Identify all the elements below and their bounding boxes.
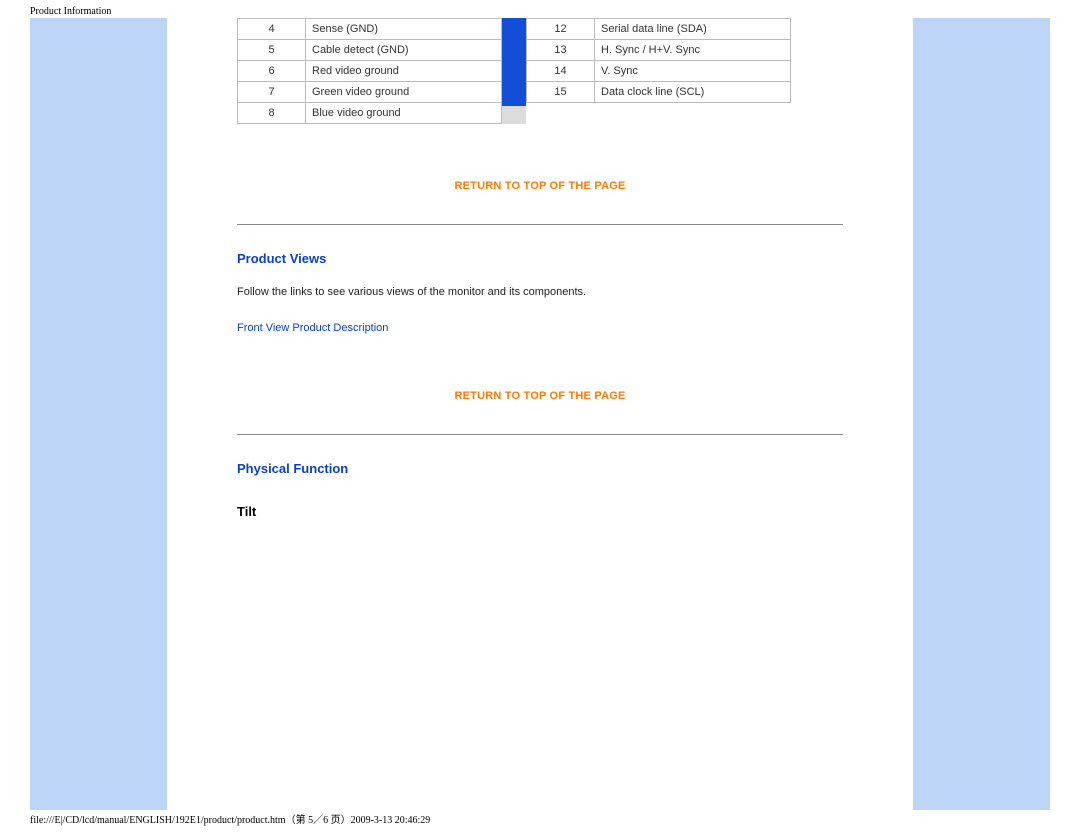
content-area: 4Sense (GND) 5Cable detect (GND) 6Red vi…	[167, 18, 913, 519]
section-divider	[237, 434, 843, 435]
pin-tables: 4Sense (GND) 5Cable detect (GND) 6Red vi…	[167, 18, 913, 124]
return-to-top-link-1: RETURN TO TOP OF THE PAGE	[167, 180, 913, 192]
connector-separator	[502, 18, 526, 124]
table-row: 7Green video ground	[238, 82, 502, 103]
pin-desc: Cable detect (GND)	[306, 40, 502, 61]
pin-number: 12	[527, 19, 595, 40]
return-to-top-link-2: RETURN TO TOP OF THE PAGE	[167, 390, 913, 402]
pin-desc: Red video ground	[306, 61, 502, 82]
table-row: 4Sense (GND)	[238, 19, 502, 40]
left-sidebar	[30, 18, 167, 810]
product-views-heading: Product Views	[237, 251, 843, 266]
page-footer-path: file:///E|/CD/lcd/manual/ENGLISH/192E1/p…	[30, 811, 430, 826]
pin-desc: Green video ground	[306, 82, 502, 103]
pin-desc: Blue video ground	[306, 103, 502, 124]
front-view-link[interactable]: Front View Product Description	[237, 322, 388, 334]
table-row: 15Data clock line (SCL)	[527, 82, 791, 103]
page-header-title: Product Information	[30, 6, 111, 17]
pin-number: 7	[238, 82, 306, 103]
table-row: 13H. Sync / H+V. Sync	[527, 40, 791, 61]
return-to-top-anchor[interactable]: RETURN TO TOP OF THE PAGE	[454, 180, 625, 192]
table-row: 12Serial data line (SDA)	[527, 19, 791, 40]
return-to-top-anchor[interactable]: RETURN TO TOP OF THE PAGE	[454, 390, 625, 402]
separator-gray	[502, 106, 526, 124]
tilt-subheading: Tilt	[237, 504, 843, 519]
product-views-intro: Follow the links to see various views of…	[237, 286, 843, 298]
pin-number: 4	[238, 19, 306, 40]
pin-desc: V. Sync	[595, 61, 791, 82]
pin-table-right: 12Serial data line (SDA) 13H. Sync / H+V…	[526, 18, 791, 103]
physical-function-heading: Physical Function	[237, 461, 843, 476]
section-divider	[237, 224, 843, 225]
pin-number: 15	[527, 82, 595, 103]
pin-number: 13	[527, 40, 595, 61]
table-row: 14V. Sync	[527, 61, 791, 82]
pin-desc: Sense (GND)	[306, 19, 502, 40]
table-row: 8Blue video ground	[238, 103, 502, 124]
pin-desc: H. Sync / H+V. Sync	[595, 40, 791, 61]
table-row: 5Cable detect (GND)	[238, 40, 502, 61]
physical-function-section: Physical Function Tilt	[167, 461, 913, 519]
pin-number: 6	[238, 61, 306, 82]
pin-number: 14	[527, 61, 595, 82]
product-views-section: Product Views Follow the links to see va…	[167, 251, 913, 334]
pin-desc: Serial data line (SDA)	[595, 19, 791, 40]
pin-number: 5	[238, 40, 306, 61]
pin-table-left: 4Sense (GND) 5Cable detect (GND) 6Red vi…	[237, 18, 502, 124]
separator-blue	[502, 18, 526, 106]
table-row: 6Red video ground	[238, 61, 502, 82]
pin-number: 8	[238, 103, 306, 124]
pin-desc: Data clock line (SCL)	[595, 82, 791, 103]
right-sidebar	[913, 18, 1050, 810]
